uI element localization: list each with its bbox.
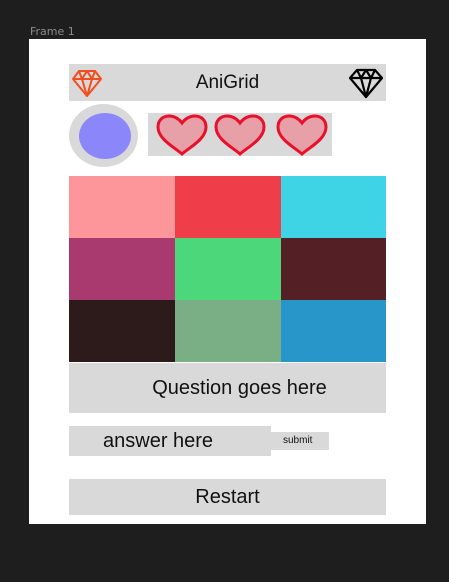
color-grid: [69, 176, 386, 362]
question-box: Question goes here: [69, 363, 386, 413]
grid-cell[interactable]: [281, 176, 386, 238]
avatar-ring: [69, 104, 138, 167]
heart-icon: [214, 114, 266, 156]
grid-cell[interactable]: [69, 238, 175, 300]
heart-icon: [276, 114, 328, 156]
app-frame: AniGrid Question goes here submit Restar…: [29, 39, 426, 524]
diamond-icon: [349, 68, 383, 99]
grid-cell[interactable]: [175, 300, 281, 362]
answer-input[interactable]: [69, 426, 271, 456]
header-bar: AniGrid: [69, 64, 386, 101]
frame-label: Frame 1: [30, 25, 75, 38]
avatar: [79, 113, 131, 159]
grid-cell[interactable]: [175, 176, 281, 238]
lives-bar: [148, 113, 332, 156]
grid-cell[interactable]: [281, 238, 386, 300]
question-text: Question goes here: [152, 377, 327, 399]
grid-cell[interactable]: [281, 300, 386, 362]
heart-icon: [156, 114, 208, 156]
submit-button[interactable]: submit: [271, 432, 329, 450]
grid-cell[interactable]: [175, 238, 281, 300]
grid-cell[interactable]: [69, 300, 175, 362]
app-title: AniGrid: [195, 72, 260, 93]
grid-cell[interactable]: [69, 176, 175, 238]
restart-button[interactable]: Restart: [69, 479, 386, 515]
